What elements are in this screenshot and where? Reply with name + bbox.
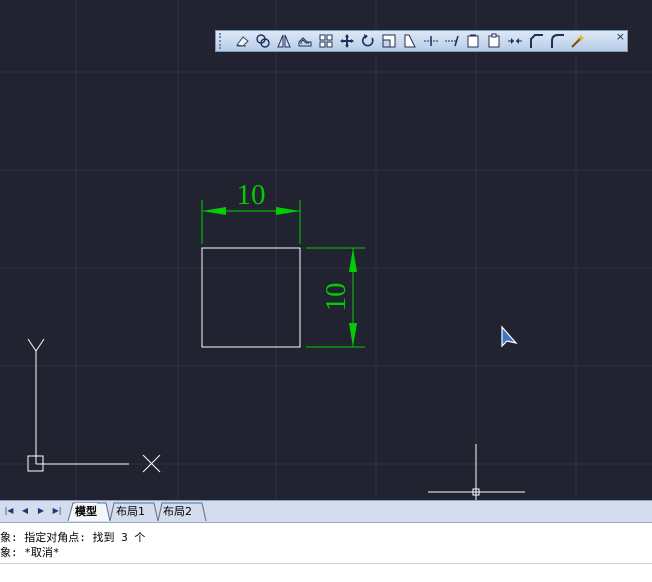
toolbar-close-button[interactable]: × <box>616 31 625 43</box>
break-at-point-button[interactable] <box>462 31 483 51</box>
rotate-button[interactable] <box>357 31 378 51</box>
break-button[interactable] <box>483 31 504 51</box>
rotate-icon <box>361 34 374 47</box>
tab-layout2[interactable]: 布局2 <box>163 503 192 520</box>
toolbar-grip[interactable] <box>219 33 227 49</box>
trim-icon <box>423 36 438 46</box>
fillet-icon <box>550 34 564 48</box>
mouse-pointer-icon <box>501 325 518 348</box>
break-at-point-icon <box>467 34 478 48</box>
extend-icon <box>444 35 459 47</box>
extend-button[interactable] <box>441 31 462 51</box>
tab-model[interactable]: 模型 <box>75 503 97 520</box>
copy-button[interactable] <box>252 31 273 51</box>
array-button[interactable] <box>315 31 336 51</box>
erase-icon <box>235 36 249 47</box>
dim-horizontal-text: 10 <box>237 179 266 211</box>
move-button[interactable] <box>336 31 357 51</box>
mirror-icon <box>276 34 291 48</box>
scale-button[interactable] <box>378 31 399 51</box>
explode-icon <box>570 34 585 48</box>
command-window[interactable]: 象: 指定对角点: 找到 3 个 象: *取消* <box>0 522 652 582</box>
scale-icon <box>382 34 395 48</box>
drawing-svg[interactable]: 10 10 <box>0 0 652 500</box>
drawing-canvas[interactable]: 10 10 × <box>0 0 652 500</box>
move-icon <box>339 34 354 48</box>
command-input[interactable] <box>0 563 652 582</box>
break-icon <box>488 33 499 48</box>
square-shape[interactable] <box>201 247 301 348</box>
join-icon <box>507 38 522 44</box>
trim-button[interactable] <box>420 31 441 51</box>
ucs-icon <box>27 338 161 473</box>
offset-icon <box>298 37 311 47</box>
chamfer-button[interactable] <box>525 31 546 51</box>
grid <box>0 0 652 500</box>
dim-vertical-text: 10 <box>320 283 352 312</box>
erase-button[interactable] <box>231 31 252 51</box>
tab-outlines <box>67 502 207 522</box>
mirror-button[interactable] <box>273 31 294 51</box>
chamfer-icon <box>529 34 543 48</box>
tab-layout1[interactable]: 布局1 <box>116 503 145 520</box>
command-history-line-2: 象: *取消* <box>0 546 60 559</box>
modify-toolbar[interactable]: × <box>215 30 628 52</box>
stretch-icon <box>404 34 416 48</box>
join-button[interactable] <box>504 31 525 51</box>
array-icon <box>319 34 332 48</box>
offset-button[interactable] <box>294 31 315 51</box>
copy-icon <box>255 34 270 48</box>
explode-button[interactable] <box>567 31 588 51</box>
layout-tab-bar: |◀ ◀ ▶ ▶| 模型 布局1 布局2 <box>0 500 652 522</box>
command-history-line-1: 象: 指定对角点: 找到 3 个 <box>0 531 146 544</box>
stretch-button[interactable] <box>399 31 420 51</box>
crosshair-cursor <box>428 444 525 500</box>
fillet-button[interactable] <box>546 31 567 51</box>
